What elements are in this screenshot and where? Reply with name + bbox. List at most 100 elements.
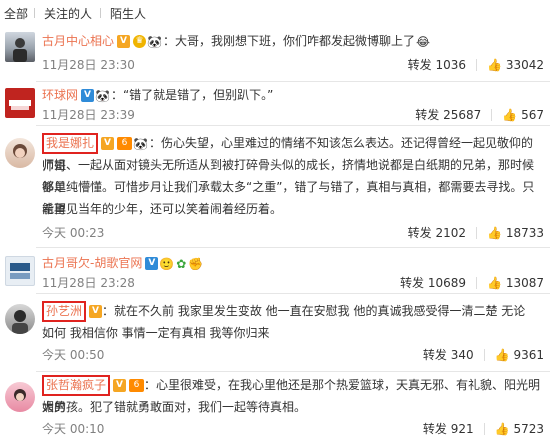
comment-body: ：“错了就是错了，但别趴下。” bbox=[110, 88, 274, 102]
comment-time: 今天 00:50 bbox=[42, 348, 105, 362]
verified-v-icon[interactable]: V bbox=[101, 137, 115, 150]
repost-count: 921 bbox=[450, 421, 474, 436]
like-count: 9361 bbox=[513, 347, 544, 362]
repost-count: 1036 bbox=[435, 57, 467, 72]
repost-button[interactable]: 转发 10689 bbox=[400, 274, 466, 291]
thumbs-up-icon: 👍 bbox=[487, 225, 502, 240]
level-badge-icon[interactable]: 6 bbox=[129, 379, 145, 392]
comment-item: 我是娜扎 V 6 🐼：伤心失望，心里难过的情绪不知该怎么表达。还记得曾经一起见敬仰的师… bbox=[0, 126, 550, 248]
panda-emoji-icon: 🐼 bbox=[133, 136, 148, 151]
like-button[interactable]: 👍 13087 bbox=[487, 275, 544, 290]
avatar-image bbox=[13, 38, 27, 62]
comment-actions: 转发 25687 👍 567 bbox=[415, 106, 544, 123]
avatar[interactable] bbox=[5, 382, 35, 412]
panda-emoji-icon: 🐼 bbox=[147, 34, 162, 49]
avatar-image bbox=[9, 100, 31, 110]
avatar[interactable] bbox=[5, 138, 35, 168]
crown-badge-icon[interactable]: ♛ bbox=[133, 35, 147, 48]
filter-strangers[interactable]: 陌生人 bbox=[110, 5, 146, 22]
panda-emoji-icon: 🐼 bbox=[95, 88, 110, 103]
username-link[interactable]: 古月中心相心 bbox=[42, 34, 114, 48]
filter-divider bbox=[34, 8, 35, 18]
comment-body-line: 如何 我相信你 事情一定有真相 我等你归来 bbox=[42, 326, 270, 340]
avatar[interactable] bbox=[5, 88, 35, 118]
comment-time: 今天 00:23 bbox=[42, 226, 105, 240]
filter-all[interactable]: 全部 bbox=[4, 5, 28, 22]
comment-actions: 转发 340 👍 9361 bbox=[423, 346, 544, 363]
comment-body: ：大哥，我刚想下班，你们咋都发起微博聊上了 bbox=[162, 34, 415, 48]
action-divider bbox=[476, 226, 478, 239]
avatar[interactable] bbox=[5, 256, 35, 286]
comment-actions: 转发 1036 👍 33042 bbox=[408, 56, 544, 73]
repost-button[interactable]: 转发 2102 bbox=[408, 224, 466, 241]
comment-actions: 转发 2102 👍 18733 bbox=[408, 224, 544, 241]
thumbs-up-icon: 👍 bbox=[502, 107, 518, 122]
action-divider bbox=[476, 276, 478, 289]
level-badge-icon[interactable]: 6 bbox=[117, 137, 133, 150]
avatar-image bbox=[13, 144, 27, 158]
verified-v-icon[interactable]: V bbox=[145, 257, 159, 270]
thumbs-up-icon: 👍 bbox=[487, 275, 502, 290]
verified-v-icon[interactable]: V bbox=[113, 379, 127, 392]
avatar[interactable] bbox=[5, 304, 35, 334]
comment-text: 孙艺洲 V ：就在不久前 我家里发生变故 他一直在安慰我 他的真诚我感受得一清二楚 … bbox=[42, 300, 542, 322]
comment-actions: 转发 10689 👍 13087 bbox=[400, 274, 544, 291]
filter-divider bbox=[100, 8, 101, 18]
comment-actions: 转发 921 👍 5723 bbox=[423, 420, 544, 437]
like-button[interactable]: 👍 567 bbox=[502, 107, 544, 122]
thumbs-up-icon: 👍 bbox=[494, 421, 510, 436]
comment-time: 11月28日 23:28 bbox=[42, 276, 135, 290]
laugh-emoji-icon: 😂 bbox=[415, 34, 431, 49]
comment-time: 11月28日 23:39 bbox=[42, 108, 135, 122]
thumbs-up-icon: 👍 bbox=[487, 57, 502, 72]
like-button[interactable]: 👍 9361 bbox=[495, 347, 544, 362]
verified-v-icon[interactable]: V bbox=[117, 35, 131, 48]
like-button[interactable]: 👍 5723 bbox=[495, 421, 544, 436]
repost-count: 2102 bbox=[435, 225, 467, 240]
comment-body-line: ：就在不久前 我家里发生变故 他一直在安慰我 他的真诚我感受得一清二楚 无论 bbox=[102, 304, 526, 318]
like-count: 33042 bbox=[505, 57, 544, 72]
verified-v-icon[interactable]: V bbox=[81, 89, 95, 102]
repost-button[interactable]: 转发 921 bbox=[423, 420, 474, 437]
avatar-image bbox=[10, 263, 30, 279]
username-link[interactable]: 孙艺洲 bbox=[42, 301, 87, 322]
repost-count: 340 bbox=[450, 347, 474, 362]
repost-button[interactable]: 转发 340 bbox=[423, 346, 474, 363]
like-count: 13087 bbox=[505, 275, 544, 290]
like-count: 5723 bbox=[513, 421, 544, 436]
comment-item: 环球网 V 🐼：“错了就是错了，但别趴下。” 11月28日 23:39 转发 256… bbox=[0, 82, 550, 126]
repost-button[interactable]: 转发 1036 bbox=[408, 56, 466, 73]
comment-text: 古月中心相心 V ♛ 🐼：大哥，我刚想下班，你们咋都发起微博聊上了😂 bbox=[42, 30, 542, 53]
like-button[interactable]: 👍 18733 bbox=[487, 225, 544, 240]
comment-body-line: 大男孩。犯了错就勇敢面对，我们一起等待真相。 bbox=[42, 400, 307, 414]
repost-button[interactable]: 转发 25687 bbox=[415, 106, 481, 123]
avatar[interactable] bbox=[5, 32, 35, 62]
comment-text: 环球网 V 🐼：“错了就是错了，但别趴下。” bbox=[42, 84, 542, 107]
like-count: 18733 bbox=[505, 225, 544, 240]
comment-item: 古月哥欠-胡歌官网 V 🙂 ✿ ✊ 11月28日 23:28 转发 10689 👍 130… bbox=[0, 248, 550, 294]
fist-emoji-icon: ✊ bbox=[188, 256, 204, 271]
action-divider bbox=[483, 348, 485, 361]
username-link[interactable]: 古月哥欠-胡歌官网 bbox=[42, 256, 142, 270]
repost-count: 10689 bbox=[427, 275, 467, 290]
comment-item: 孙艺洲 V ：就在不久前 我家里发生变故 他一直在安慰我 他的真诚我感受得一清二楚 … bbox=[0, 294, 550, 372]
filter-following[interactable]: 关注的人 bbox=[44, 5, 92, 22]
like-count: 567 bbox=[521, 107, 544, 122]
comment-item: 张哲瀚疯子 V 6 ：心里很难受，在我心里他还是那个热爱篮球，天真无邪、有礼貌、阳光明… bbox=[0, 372, 550, 448]
comment-time: 今天 00:10 bbox=[42, 422, 105, 436]
verified-v-icon[interactable]: V bbox=[89, 305, 103, 318]
comment-time: 11月28日 23:30 bbox=[42, 58, 135, 72]
comment-body-line: 能再见当年的少年，还可以笑着闹着经历着。 bbox=[42, 202, 283, 216]
action-divider bbox=[491, 108, 493, 121]
username-link[interactable]: 我是娜扎 bbox=[42, 133, 99, 154]
username-link[interactable]: 环球网 bbox=[42, 88, 78, 102]
green-badge-icon: ✿ bbox=[176, 256, 187, 271]
comment-filter-bar: 全部 关注的人 陌生人 bbox=[0, 0, 550, 26]
like-button[interactable]: 👍 33042 bbox=[487, 57, 544, 72]
avatar-image bbox=[14, 389, 26, 401]
action-divider bbox=[483, 422, 485, 435]
username-link[interactable]: 张哲瀚疯子 bbox=[42, 375, 111, 396]
action-divider bbox=[476, 58, 478, 71]
thumbs-up-icon: 👍 bbox=[494, 347, 510, 362]
repost-count: 25687 bbox=[443, 107, 482, 122]
